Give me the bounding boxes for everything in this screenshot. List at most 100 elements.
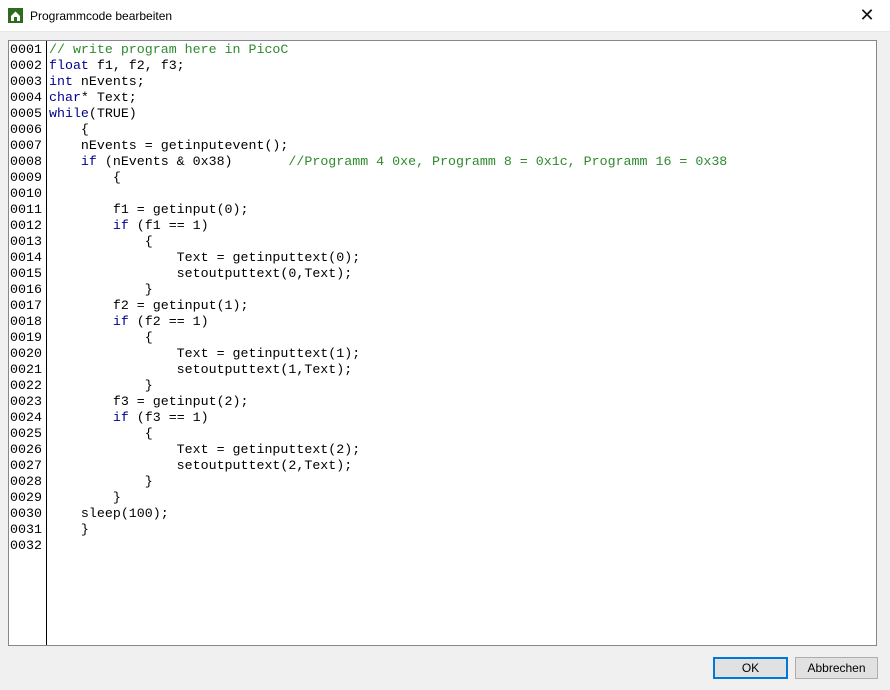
code-line[interactable] — [49, 186, 876, 202]
code-line[interactable]: { — [49, 426, 876, 442]
code-line[interactable]: nEvents = getinputevent(); — [49, 138, 876, 154]
code-text: f2 = getinput(1); — [49, 298, 249, 313]
code-line[interactable]: sleep(100); — [49, 506, 876, 522]
line-number: 0018 — [10, 314, 42, 329]
ok-button[interactable]: OK — [713, 657, 788, 679]
code-text: } — [49, 282, 153, 297]
code-text: setoutputtext(2,Text); — [49, 458, 353, 473]
code-line[interactable]: { — [49, 170, 876, 186]
code-line[interactable]: char* Text; — [49, 90, 876, 106]
code-line[interactable]: } — [49, 522, 876, 538]
code-keyword: if — [80, 154, 97, 169]
cancel-button[interactable]: Abbrechen — [795, 657, 878, 679]
code-text: (f1 == 1) — [128, 218, 209, 233]
code-keyword: if — [112, 314, 129, 329]
code-line[interactable]: if (f3 == 1) — [49, 410, 876, 426]
code-comment: //Programm 4 0xe, Programm 8 = 0x1c, Pro… — [288, 154, 728, 169]
line-number: 0011 — [10, 202, 42, 217]
code-text: } — [49, 378, 153, 393]
code-keyword: if — [112, 410, 129, 425]
code-line[interactable]: if (f1 == 1) — [49, 218, 876, 234]
line-number: 0023 — [10, 394, 42, 409]
line-number: 0030 — [10, 506, 42, 521]
code-line[interactable]: f1 = getinput(0); — [49, 202, 876, 218]
code-text: Text = getinputtext(2); — [49, 442, 361, 457]
code-keyword: if — [112, 218, 129, 233]
line-number: 0016 — [10, 282, 42, 297]
window-title: Programmcode bearbeiten — [30, 9, 173, 23]
code-line[interactable]: float f1, f2, f3; — [49, 58, 876, 74]
code-text: setoutputtext(0,Text); — [49, 266, 353, 281]
line-number: 0027 — [10, 458, 42, 473]
line-number: 0012 — [10, 218, 42, 233]
code-text: { — [49, 426, 153, 441]
code-text: Text = getinputtext(1); — [49, 346, 361, 361]
code-line[interactable] — [49, 538, 876, 554]
code-text: } — [49, 522, 89, 537]
code-line[interactable]: Text = getinputtext(1); — [49, 346, 876, 362]
code-keyword: float — [49, 58, 89, 73]
code-text: { — [49, 170, 121, 185]
line-number: 0029 — [10, 490, 42, 505]
line-number: 0022 — [10, 378, 42, 393]
code-text: (f2 == 1) — [128, 314, 209, 329]
code-line[interactable]: f2 = getinput(1); — [49, 298, 876, 314]
code-line[interactable]: Text = getinputtext(0); — [49, 250, 876, 266]
line-number: 0025 — [10, 426, 42, 441]
code-line[interactable]: } — [49, 474, 876, 490]
line-number: 0008 — [10, 154, 42, 169]
line-number: 0028 — [10, 474, 42, 489]
line-number: 0013 — [10, 234, 42, 249]
code-line[interactable]: { — [49, 330, 876, 346]
code-keyword: while — [49, 106, 89, 121]
code-text: * Text; — [80, 90, 137, 105]
code-text: sleep(100); — [49, 506, 169, 521]
line-number: 0001 — [10, 42, 42, 57]
code-line[interactable]: setoutputtext(2,Text); — [49, 458, 876, 474]
line-number: 0004 — [10, 90, 42, 105]
close-button[interactable]: ✕ — [844, 0, 890, 31]
code-area[interactable]: // write program here in PicoC float f1, … — [49, 41, 876, 554]
code-text: } — [49, 474, 153, 489]
code-line[interactable]: f3 = getinput(2); — [49, 394, 876, 410]
line-number: 0005 — [10, 106, 42, 121]
line-number: 0032 — [10, 538, 42, 553]
line-number: 0002 — [10, 58, 42, 73]
code-line[interactable]: } — [49, 378, 876, 394]
code-line[interactable]: if (f2 == 1) — [49, 314, 876, 330]
code-text: f1, f2, f3; — [88, 58, 185, 73]
code-line[interactable]: { — [49, 122, 876, 138]
code-comment: // write program here in PicoC — [49, 42, 289, 57]
line-number: 0017 — [10, 298, 42, 313]
code-text: } — [49, 490, 121, 505]
code-text: nEvents = getinputevent(); — [49, 138, 289, 153]
code-text: (f3 == 1) — [128, 410, 209, 425]
line-number: 0007 — [10, 138, 42, 153]
code-line[interactable]: setoutputtext(1,Text); — [49, 362, 876, 378]
line-number: 0015 — [10, 266, 42, 281]
title-bar: Programmcode bearbeiten ✕ — [0, 0, 890, 32]
line-number: 0010 — [10, 186, 42, 201]
line-number: 0031 — [10, 522, 42, 537]
code-line[interactable]: while(TRUE) — [49, 106, 876, 122]
code-line[interactable]: Text = getinputtext(2); — [49, 442, 876, 458]
code-line[interactable]: int nEvents; — [49, 74, 876, 90]
code-line[interactable]: { — [49, 234, 876, 250]
code-line[interactable]: // write program here in PicoC — [49, 42, 876, 58]
code-text: Text = getinputtext(0); — [49, 250, 361, 265]
code-text: { — [49, 122, 89, 137]
code-line[interactable]: } — [49, 282, 876, 298]
line-number: 0003 — [10, 74, 42, 89]
code-keyword: int — [49, 74, 73, 89]
code-line[interactable]: setoutputtext(0,Text); — [49, 266, 876, 282]
line-number: 0009 — [10, 170, 42, 185]
code-line[interactable]: if (nEvents & 0x38) //Programm 4 0xe, Pr… — [49, 154, 876, 170]
code-editor[interactable]: 0001 0002 0003 0004 0005 0006 0007 0008 0009 0010… — [8, 40, 877, 646]
line-number: 0020 — [10, 346, 42, 361]
code-line[interactable]: } — [49, 490, 876, 506]
code-text: f3 = getinput(2); — [49, 394, 249, 409]
code-text: (nEvents & 0x38) — [96, 154, 289, 169]
